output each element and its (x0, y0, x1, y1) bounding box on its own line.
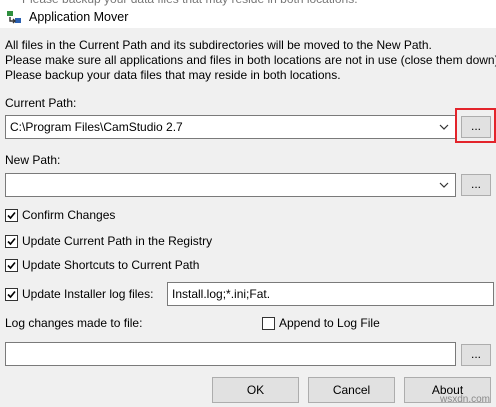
description-line-1: All files in the Current Path and its su… (5, 38, 432, 52)
confirm-changes-label: Confirm Changes (22, 208, 116, 222)
update-registry-checkbox[interactable]: Update Current Path in the Registry (5, 233, 212, 249)
current-path-label: Current Path: (5, 96, 77, 110)
update-installer-log-checkbox[interactable]: Update Installer log files: (5, 286, 153, 302)
update-shortcuts-checkbox[interactable]: Update Shortcuts to Current Path (5, 257, 199, 273)
update-shortcuts-label: Update Shortcuts to Current Path (22, 258, 200, 272)
check-mark-icon[interactable] (5, 287, 18, 301)
chevron-down-icon[interactable] (438, 116, 450, 138)
check-mark-icon[interactable] (5, 258, 18, 272)
log-file-browse-button[interactable]: ... (461, 344, 491, 366)
confirm-changes-checkbox[interactable]: Confirm Changes (5, 207, 115, 223)
window-title: Application Mover (29, 10, 129, 24)
check-mark-icon[interactable] (5, 234, 18, 248)
check-mark-icon[interactable] (5, 208, 18, 222)
cancel-button[interactable]: Cancel (308, 377, 395, 403)
current-path-value: C:\Program Files\CamStudio 2.7 (10, 120, 183, 134)
append-to-log-label: Append to Log File (279, 316, 380, 330)
title-bar: Application Mover (0, 6, 496, 28)
watermark: wsxdn.com (439, 394, 490, 405)
new-path-combo[interactable] (5, 173, 456, 197)
ok-button[interactable]: OK (212, 377, 299, 403)
description-line-2: Please make sure all applications and fi… (5, 53, 496, 67)
append-to-log-checkbox[interactable]: Append to Log File (262, 315, 380, 331)
description-line-3: Please backup your data files that may r… (5, 68, 341, 82)
log-file-label: Log changes made to file: (5, 316, 143, 330)
chevron-down-icon[interactable] (438, 174, 450, 196)
update-registry-label: Update Current Path in the Registry (22, 234, 213, 248)
application-mover-icon (7, 11, 21, 24)
new-path-label: New Path: (5, 153, 61, 167)
browse-button-highlight (455, 108, 496, 143)
current-path-combo[interactable]: C:\Program Files\CamStudio 2.7 (5, 115, 456, 139)
new-path-browse-button[interactable]: ... (461, 174, 491, 196)
append-checkbox-box[interactable] (262, 316, 275, 330)
update-installer-log-label: Update Installer log files: (22, 287, 154, 301)
installer-log-files-input[interactable]: Install.log;*.ini;Fat. (167, 282, 494, 306)
log-file-input[interactable] (5, 342, 456, 366)
